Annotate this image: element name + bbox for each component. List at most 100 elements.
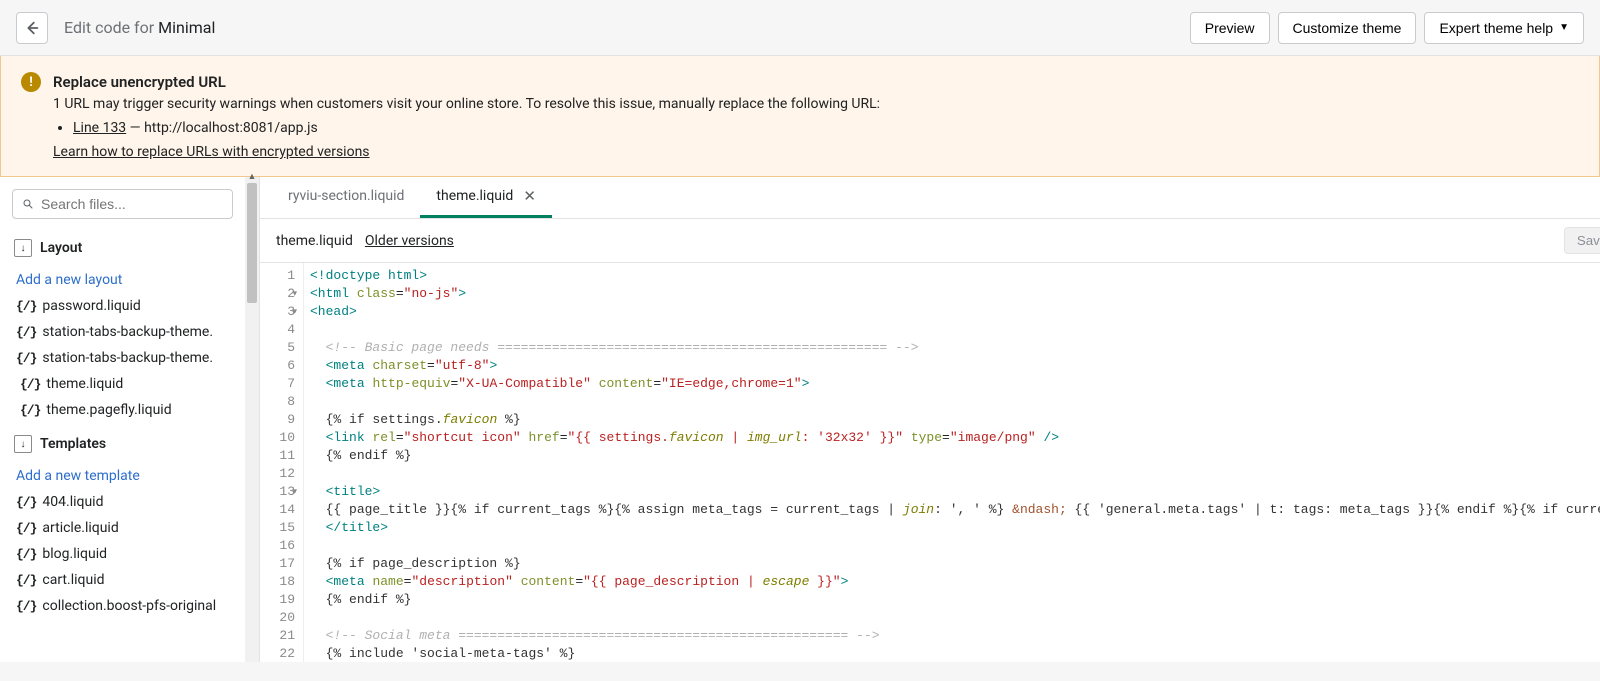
liquid-file-icon: {/} <box>16 325 36 340</box>
liquid-file-icon: {/} <box>20 377 40 392</box>
code-line[interactable]: {% endif %} <box>310 447 1600 465</box>
editor-tab[interactable]: theme.liquid ✕ <box>420 177 551 218</box>
code-line[interactable] <box>310 609 1600 627</box>
code-line[interactable]: {% include 'social-meta-tags' %} <box>310 645 1600 662</box>
search-box[interactable] <box>12 189 233 219</box>
line-number: 18 <box>260 573 295 591</box>
warning-list-item: Line 133 — http://localhost:8081/app.js <box>73 120 1579 136</box>
file-name: 404.liquid <box>42 494 103 510</box>
older-versions-link[interactable]: Older versions <box>365 233 454 249</box>
file-item[interactable]: {/}cart.liquid <box>12 567 233 593</box>
line-gutter: 1234567891011121314151617181920212223242… <box>260 263 304 662</box>
warning-banner: ! Replace unencrypted URL 1 URL may trig… <box>0 56 1600 177</box>
file-item[interactable]: {/} 404.liquid <box>12 489 233 515</box>
code-line[interactable] <box>310 393 1600 411</box>
code-line[interactable]: <title> <box>310 483 1600 501</box>
customize-theme-button[interactable]: Customize theme <box>1278 12 1417 44</box>
code-line[interactable]: {% if page_description %} <box>310 555 1600 573</box>
file-name: article.liquid <box>42 520 118 536</box>
save-button[interactable]: Save <box>1564 227 1600 254</box>
code-line[interactable]: {{ page_title }}{% if current_tags %}{% … <box>310 501 1600 519</box>
line-number: 13 <box>260 483 295 501</box>
file-name: theme.liquid <box>46 376 123 392</box>
code-line[interactable]: <head> <box>310 303 1600 321</box>
file-item[interactable]: {/}station-tabs-backup-theme. <box>12 345 233 371</box>
code-line[interactable]: <link rel="shortcut icon" href="{{ setti… <box>310 429 1600 447</box>
caret-down-icon: ↓ <box>14 435 32 453</box>
line-number: 2 <box>260 285 295 303</box>
file-item[interactable]: {/} station-tabs-backup-theme. <box>12 319 233 345</box>
liquid-file-icon: {/} <box>16 521 36 536</box>
liquid-file-icon: {/} <box>16 299 36 314</box>
line-number: 15 <box>260 519 295 537</box>
sidebar-scrollbar[interactable]: ▲ <box>245 177 259 662</box>
section-title: Layout <box>40 240 82 256</box>
code-line[interactable]: <meta name="description" content="{{ pag… <box>310 573 1600 591</box>
warning-header: ! Replace unencrypted URL <box>21 72 1579 92</box>
arrow-left-icon <box>23 19 41 37</box>
expert-help-label: Expert theme help <box>1439 20 1553 36</box>
page-title: Edit code for Minimal <box>64 18 215 37</box>
line-number: 12 <box>260 465 295 483</box>
file-name: station-tabs-backup-theme. <box>42 324 213 340</box>
line-number: 6 <box>260 357 295 375</box>
warning-line-link[interactable]: Line 133 <box>73 120 126 136</box>
file-meta-left: theme.liquid Older versions <box>276 233 454 249</box>
tab-label: theme.liquid <box>436 188 513 204</box>
scrollbar-up-icon[interactable]: ▲ <box>245 169 259 183</box>
warning-help-link[interactable]: Learn how to replace URLs with encrypted… <box>53 144 370 160</box>
code-line[interactable]: <!-- Social meta =======================… <box>310 627 1600 645</box>
code-line[interactable]: <meta charset="utf-8"> <box>310 357 1600 375</box>
file-item[interactable]: {/}collection.boost-pfs-original <box>12 593 233 619</box>
file-item[interactable]: {/} article.liquid <box>12 515 233 541</box>
line-number: 3 <box>260 303 295 321</box>
code-line[interactable]: <!-- Basic page needs ==================… <box>310 339 1600 357</box>
code-line[interactable] <box>310 321 1600 339</box>
warning-url: http://localhost:8081/app.js <box>144 120 318 136</box>
code-content[interactable]: <!doctype html><html class="no-js"><head… <box>304 263 1600 662</box>
file-item[interactable]: {/}theme.pagefly.liquid <box>12 397 233 423</box>
main-area: ↓LayoutAdd a new layout{/}password.liqui… <box>0 177 1600 662</box>
line-number: 11 <box>260 447 295 465</box>
preview-button[interactable]: Preview <box>1190 12 1270 44</box>
liquid-file-icon: {/} <box>16 351 36 366</box>
editor-tab[interactable]: ryviu-section.liquid <box>272 177 420 218</box>
sidebar-scrollbar-thumb[interactable] <box>247 183 257 303</box>
liquid-file-icon: {/} <box>16 495 36 510</box>
warning-sep: — <box>126 120 144 136</box>
current-file-name: theme.liquid <box>276 233 353 249</box>
code-line[interactable] <box>310 537 1600 555</box>
back-button[interactable] <box>16 12 48 44</box>
expert-help-button[interactable]: Expert theme help ▼ <box>1424 12 1584 44</box>
search-input[interactable] <box>41 196 222 212</box>
code-line[interactable]: {% endif %} <box>310 591 1600 609</box>
section-header[interactable]: ↓Layout <box>12 233 233 263</box>
topbar-left: Edit code for Minimal <box>16 12 215 44</box>
add-new-link[interactable]: Add a new layout <box>12 267 233 293</box>
section-header[interactable]: ↓Templates <box>12 429 233 459</box>
line-number: 9 <box>260 411 295 429</box>
file-name: theme.pagefly.liquid <box>46 402 171 418</box>
search-icon <box>23 196 33 212</box>
close-icon[interactable]: ✕ <box>523 187 536 205</box>
line-number: 1 <box>260 267 295 285</box>
code-line[interactable]: <meta http-equiv="X-UA-Compatible" conte… <box>310 375 1600 393</box>
chevron-down-icon: ▼ <box>1559 22 1569 33</box>
file-name: password.liquid <box>42 298 140 314</box>
liquid-file-icon: {/} <box>16 573 36 588</box>
add-new-link[interactable]: Add a new template <box>12 463 233 489</box>
code-line[interactable]: <html class="no-js"> <box>310 285 1600 303</box>
code-line[interactable]: {% if settings.favicon %} <box>310 411 1600 429</box>
file-item[interactable]: {/} theme.liquid <box>12 371 233 397</box>
code-area[interactable]: 1234567891011121314151617181920212223242… <box>260 263 1600 662</box>
editor-pane: ryviu-section.liquid theme.liquid ✕ theme.… <box>260 177 1600 662</box>
code-line[interactable] <box>310 465 1600 483</box>
file-item[interactable]: {/} password.liquid <box>12 293 233 319</box>
code-line[interactable]: </title> <box>310 519 1600 537</box>
file-meta-row: theme.liquid Older versions Save <box>260 219 1600 263</box>
file-item[interactable]: {/}blog.liquid <box>12 541 233 567</box>
file-name: blog.liquid <box>42 546 107 562</box>
line-number: 17 <box>260 555 295 573</box>
code-line[interactable]: <!doctype html> <box>310 267 1600 285</box>
line-number: 22 <box>260 645 295 662</box>
